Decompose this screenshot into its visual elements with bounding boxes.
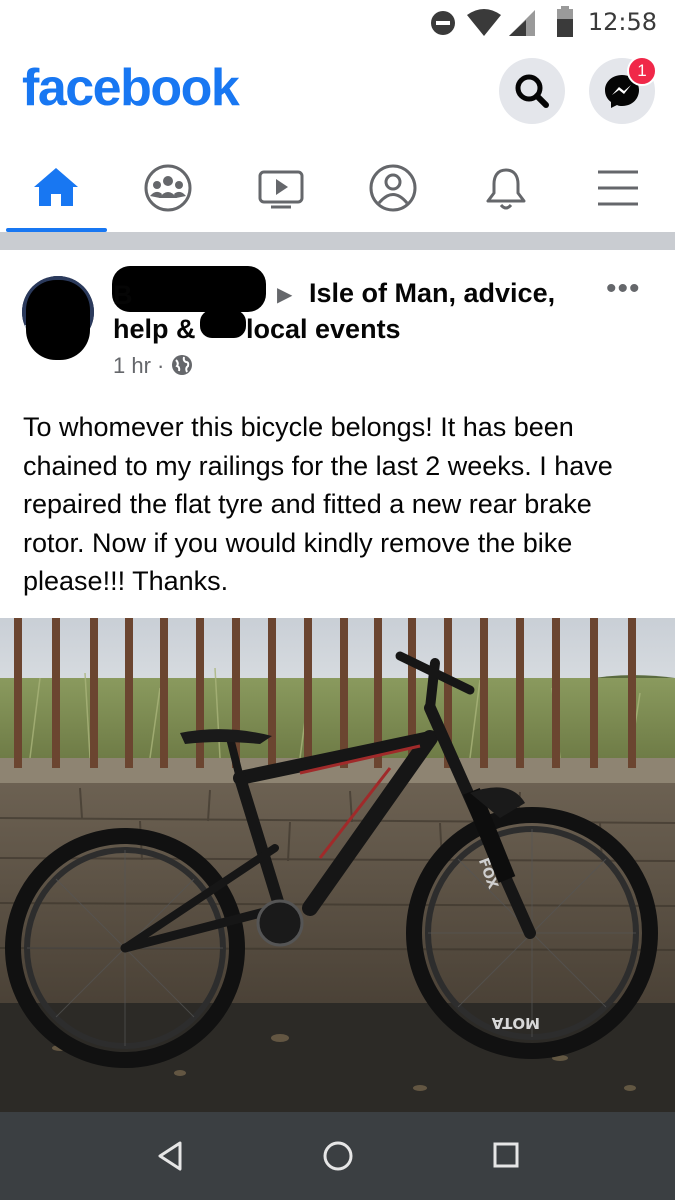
tab-notifications[interactable] <box>450 146 562 232</box>
status-bar: 12:58 <box>0 0 675 46</box>
messenger-button[interactable]: 1 <box>589 56 657 124</box>
signal-icon <box>509 10 535 36</box>
watch-video-icon <box>258 170 304 209</box>
group-name-line1[interactable]: Isle of Man, advice, <box>309 278 555 309</box>
system-navigation-bar <box>0 1112 675 1200</box>
clock: 12:58 <box>587 8 657 36</box>
tyre-label: MOTA <box>491 1014 540 1032</box>
do-not-disturb-icon <box>431 11 455 35</box>
tab-groups[interactable] <box>112 146 224 232</box>
post-time[interactable]: 1 hr <box>113 353 151 378</box>
search-button[interactable] <box>499 58 565 124</box>
group-name-line2b[interactable]: local events <box>246 314 401 345</box>
bicycle-photo: FOX MOTA <box>0 618 675 1112</box>
author-name[interactable]: B <box>113 280 133 311</box>
post-text: To whomever this bicycle belongs! It has… <box>23 412 613 596</box>
group-name-line2a[interactable]: help & <box>113 314 196 345</box>
redaction-avatar <box>26 280 90 360</box>
bell-icon <box>486 168 526 210</box>
notification-badge: 1 <box>627 56 657 86</box>
recents-icon[interactable] <box>492 1141 520 1169</box>
globe-icon <box>171 355 192 375</box>
more-options-button[interactable]: ••• <box>606 272 641 306</box>
profile-icon <box>369 164 417 212</box>
shared-to-arrow-icon: ▶ <box>277 284 293 306</box>
hamburger-menu-icon <box>598 170 638 206</box>
feed-post: B ▶ Isle of Man, advice, help & local ev… <box>0 250 675 1112</box>
redaction-name <box>112 266 266 312</box>
wifi-icon <box>467 9 501 36</box>
tab-menu[interactable] <box>562 146 674 232</box>
app-header: facebook 1 <box>0 46 675 146</box>
back-icon[interactable] <box>156 1140 184 1172</box>
meta-separator: · <box>157 353 165 378</box>
groups-icon <box>144 164 192 212</box>
tab-watch[interactable] <box>225 146 337 232</box>
tab-profile[interactable] <box>337 146 449 232</box>
search-icon <box>515 74 549 108</box>
redaction-word <box>200 310 246 338</box>
post-photo[interactable]: FOX MOTA <box>0 618 675 1112</box>
home-circle-icon[interactable] <box>322 1140 354 1172</box>
post-meta: 1 hr · <box>113 353 193 379</box>
main-tab-bar <box>0 146 675 232</box>
feed-divider <box>0 232 675 250</box>
tab-home[interactable] <box>0 146 112 232</box>
facebook-logo[interactable]: facebook <box>22 58 240 118</box>
battery-icon <box>557 6 573 37</box>
home-icon <box>34 168 78 206</box>
